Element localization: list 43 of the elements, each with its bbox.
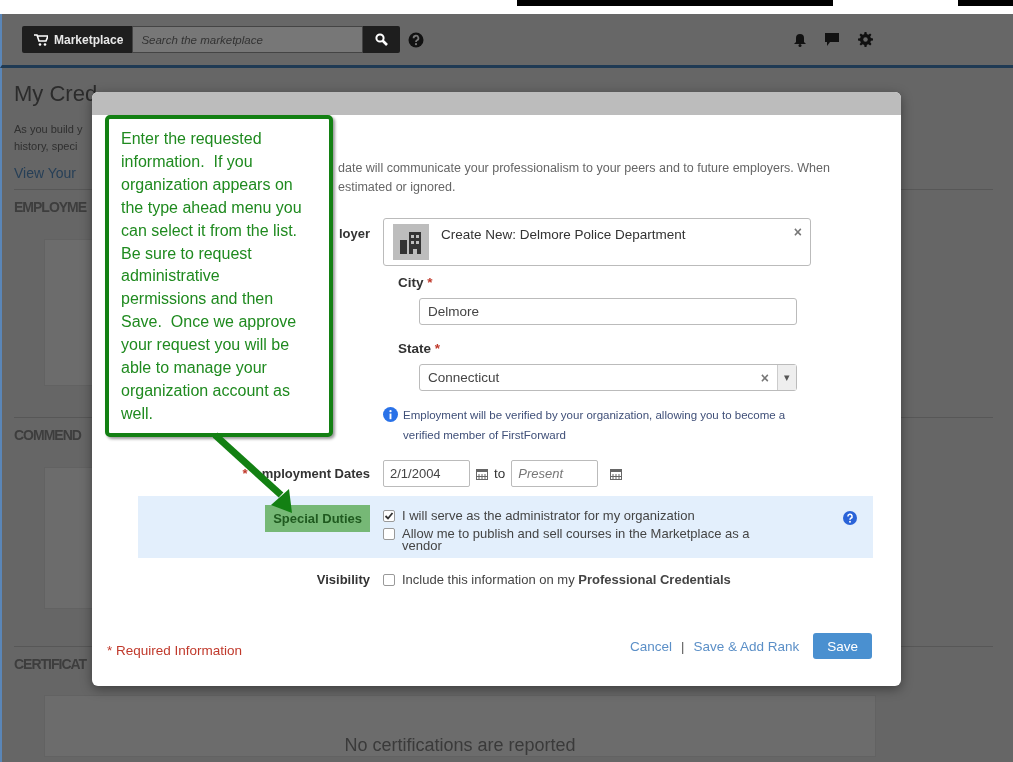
- action-link[interactable]: Cancel: [629, 638, 672, 654]
- calendar-icon[interactable]: [610, 467, 623, 480]
- chat-icon[interactable]: [825, 33, 839, 46]
- building-icon: [393, 224, 429, 260]
- caret-icon[interactable]: ▾: [777, 365, 796, 390]
- checkbox-label: Allow me to publish and sell courses in the Marketplace as a vendor: [402, 528, 751, 552]
- search-button[interactable]: [363, 26, 401, 53]
- checkbox[interactable]: [383, 528, 395, 540]
- help-icon[interactable]: [408, 31, 425, 48]
- city-field[interactable]: Delmore: [419, 298, 797, 325]
- bell-icon[interactable]: [794, 32, 806, 47]
- end-date-field[interactable]: Present: [511, 460, 599, 487]
- modal-intro: date will communicate your professionalism to your peers and to future employers. When estimated or ignored.: [338, 160, 831, 196]
- checkbox[interactable]: [383, 573, 395, 586]
- checkbox[interactable]: [383, 510, 395, 522]
- separator: |: [681, 638, 685, 654]
- field-label: Visibility: [316, 572, 370, 587]
- clear-icon[interactable]: ×: [760, 369, 769, 386]
- info-icon: [383, 407, 398, 422]
- callout-tooltip: Enter the requested information. If you organization appears on the type ahead menu you can select it from the list. Be sure to request administrative permissions and then Save. Once we approve your request you will be able to manage your organization account as well.: [105, 115, 333, 437]
- action-link[interactable]: Save & Add Rank: [693, 638, 800, 654]
- to-text: to: [494, 466, 506, 481]
- field-label: * mployment Dates: [242, 466, 370, 481]
- marketplace-button[interactable]: Marketplace: [22, 26, 133, 53]
- state-select[interactable]: Connecticut × ▾: [419, 364, 797, 391]
- checkbox-label: Include this information on my Professional Credentials: [402, 573, 731, 586]
- help-icon[interactable]: [843, 511, 857, 525]
- calendar-icon[interactable]: [476, 467, 488, 480]
- settings-icon[interactable]: [858, 32, 873, 47]
- clear-icon[interactable]: ×: [793, 224, 802, 240]
- save-button[interactable]: Save: [813, 633, 872, 659]
- required-note: * Required Information: [107, 642, 243, 658]
- start-date-field[interactable]: 2/1/2004: [383, 460, 470, 487]
- search-icon: [375, 33, 389, 46]
- field-label: loyer: [338, 225, 370, 241]
- field-label: State *: [398, 341, 442, 356]
- field-label: Special Duties: [265, 505, 370, 532]
- search-field[interactable]: Search the marketplace: [132, 26, 364, 53]
- cart-icon: [34, 33, 48, 46]
- checkbox-label: I will serve as the administrator for my organization: [402, 510, 696, 522]
- field-label: City *: [398, 275, 434, 290]
- employer-field[interactable]: Create New: Delmore Police Department ×: [383, 218, 811, 266]
- info-text: Employment will be verified by your organization, allowing you to become a verified member of FirstForward: [403, 408, 787, 443]
